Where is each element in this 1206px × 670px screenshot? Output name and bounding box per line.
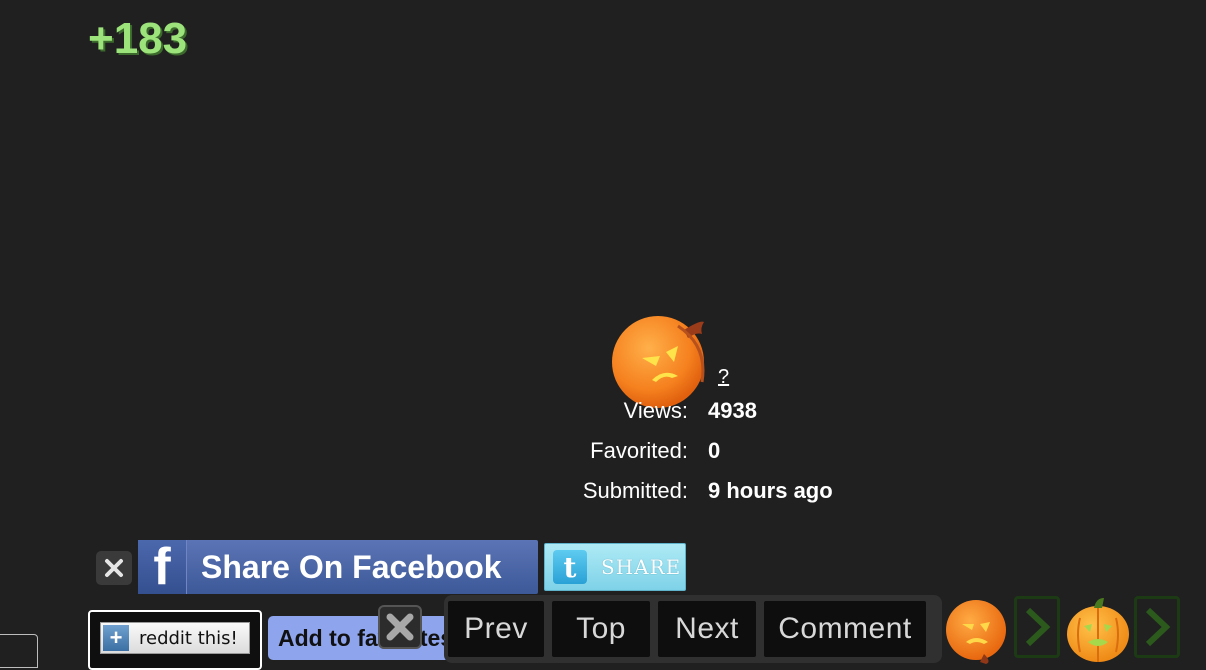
share-twitter-button[interactable]: t SHARE [544, 543, 686, 591]
close-overlay-button[interactable] [378, 605, 422, 649]
twitter-icon: t [553, 550, 587, 584]
prev-button[interactable]: Prev [448, 601, 544, 657]
upvote-next-arrow[interactable] [1134, 596, 1180, 658]
close-share-button[interactable] [96, 551, 132, 585]
comment-button[interactable]: Comment [764, 601, 926, 657]
upvote-pumpkin-icon[interactable] [1066, 596, 1132, 664]
corner-panel [0, 634, 38, 668]
score-counter: +183 [88, 14, 188, 63]
chevron-right-icon [1025, 607, 1051, 647]
chevron-right-icon [1145, 607, 1171, 647]
plus-icon: + [103, 625, 129, 651]
views-label: Views: [623, 398, 688, 423]
downvote-next-arrow[interactable] [1014, 596, 1060, 658]
favorited-value: 0 [708, 438, 721, 463]
downvote-pumpkin-icon[interactable] [944, 596, 1010, 664]
submitted-label: Submitted: [582, 478, 688, 503]
reddit-box: + reddit this! [88, 610, 262, 670]
facebook-icon: f [138, 540, 187, 594]
reddit-this-button[interactable]: + reddit this! [100, 622, 250, 654]
close-icon [105, 559, 123, 577]
twitter-share-label: SHARE [601, 555, 682, 579]
facebook-share-label: Share On Facebook [201, 548, 502, 585]
submitted-value: 9 hours ago [708, 478, 833, 503]
post-navigation-bar: Prev Top Next Comment [444, 595, 942, 663]
favorited-label: Favorited: [590, 438, 688, 463]
next-button[interactable]: Next [658, 601, 756, 657]
top-button[interactable]: Top [552, 601, 650, 657]
favorites-label: Add to favorites [278, 625, 454, 651]
help-link[interactable]: ? [718, 366, 729, 389]
angry-pumpkin-icon [612, 316, 705, 408]
add-to-favorites-button[interactable]: Add to favorites [268, 616, 458, 660]
close-icon [386, 613, 414, 641]
share-facebook-button[interactable]: f Share On Facebook [138, 540, 538, 594]
reddit-label: reddit this! [139, 627, 238, 649]
views-value: 4938 [708, 398, 757, 423]
